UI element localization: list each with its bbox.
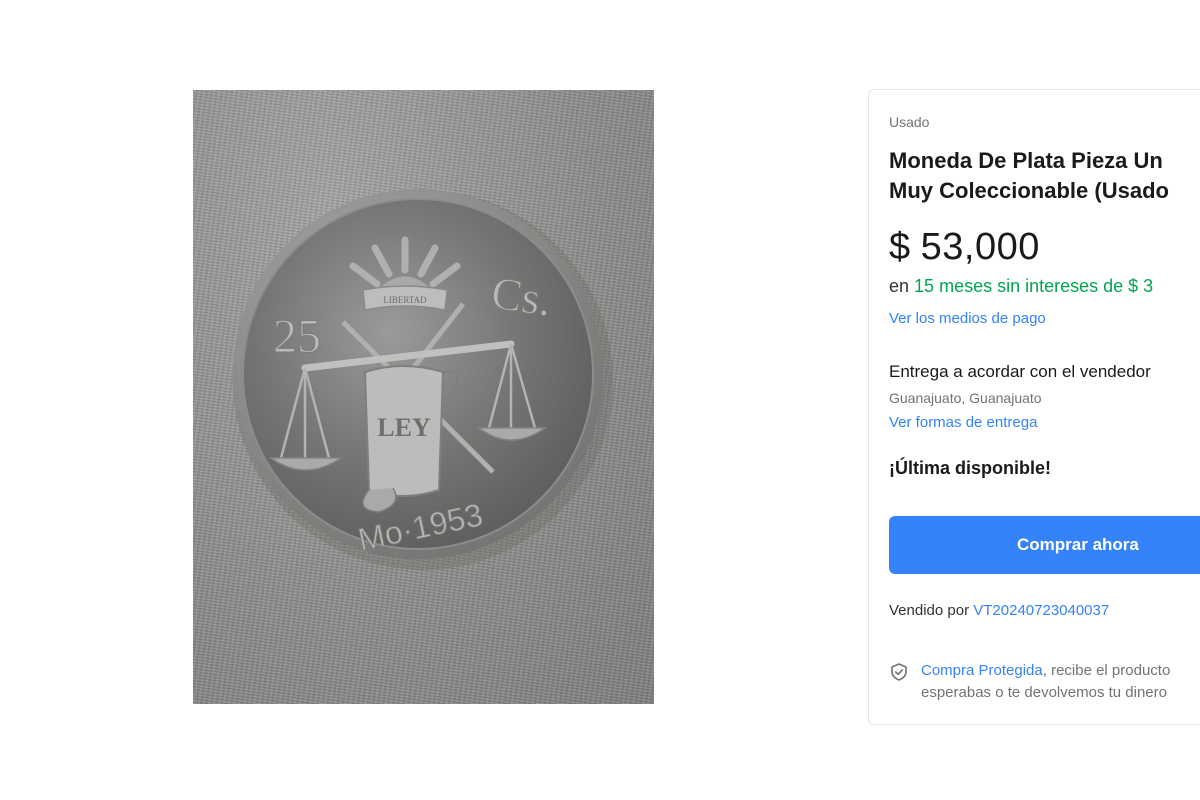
- seller-link[interactable]: VT20240723040037: [973, 602, 1109, 619]
- seller-info: Vendido por VT20240723040037: [889, 602, 1109, 619]
- protected-purchase-link[interactable]: Compra Protegida: [921, 662, 1043, 679]
- delivery-location: Guanajuato, Guanajuato: [889, 390, 1042, 406]
- svg-text:LEY: LEY: [377, 413, 431, 442]
- product-page: LIBERTAD 25 Cs. LEY Mo·1953 Usado Moneda…: [0, 0, 1200, 800]
- installments-highlight: 15 meses sin intereses de $ 3: [914, 276, 1154, 296]
- product-image[interactable]: LIBERTAD 25 Cs. LEY Mo·1953: [193, 90, 654, 704]
- protection-text-line2: esperabas o te devolvemos tu dinero: [921, 684, 1167, 701]
- shield-check-icon: [889, 662, 909, 682]
- payment-methods-link[interactable]: Ver los medios de pago: [889, 310, 1046, 327]
- buy-box: Usado Moneda De Plata Pieza Un Muy Colec…: [868, 89, 1200, 725]
- svg-text:Cs.: Cs.: [488, 267, 555, 326]
- price-amount: 53,000: [920, 226, 1040, 268]
- condition-label: Usado: [889, 114, 930, 130]
- protection-text: Compra Protegida, recibe el producto esp…: [921, 660, 1170, 704]
- coin-illustration: LIBERTAD 25 Cs. LEY Mo·1953: [233, 189, 613, 570]
- product-title: Moneda De Plata Pieza Un Muy Coleccionab…: [889, 146, 1200, 206]
- delivery-title: Entrega a acordar con el vendedor: [889, 362, 1151, 381]
- seller-prefix: Vendido por: [889, 602, 970, 619]
- product-title-line2: Muy Coleccionable (Usado: [889, 178, 1169, 203]
- product-title-line1: Moneda De Plata Pieza Un: [889, 148, 1163, 173]
- buy-now-button[interactable]: Comprar ahora: [889, 516, 1200, 574]
- stock-label: ¡Última disponible!: [889, 458, 1051, 478]
- svg-text:25: 25: [273, 310, 321, 363]
- protection-text-line1: , recibe el producto: [1042, 662, 1171, 679]
- installments-info: en 15 meses sin intereses de $ 3: [889, 276, 1153, 297]
- installments-prefix: en: [889, 276, 910, 296]
- price: $53,000: [889, 226, 1040, 269]
- svg-text:LIBERTAD: LIBERTAD: [383, 295, 427, 305]
- price-currency: $: [889, 226, 911, 268]
- delivery-options-link[interactable]: Ver formas de entrega: [889, 414, 1037, 431]
